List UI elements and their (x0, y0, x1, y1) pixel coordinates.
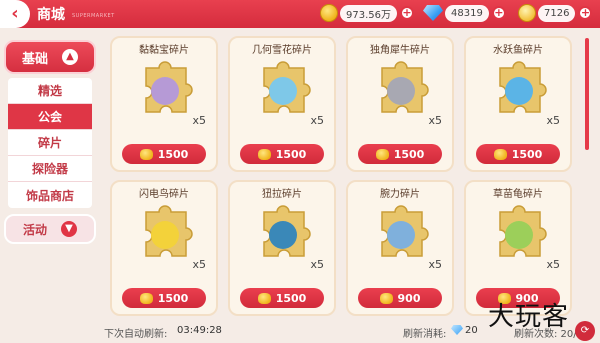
auto-refresh-label: 下次自动刷新: (104, 329, 168, 340)
buy-button[interactable]: 1500 (476, 144, 560, 164)
sidebar-item-featured[interactable]: 精选 (8, 78, 92, 104)
coin-icon (493, 148, 507, 160)
category-events[interactable]: 活动 ▼ (4, 214, 96, 244)
product-quantity: x5 (546, 258, 560, 271)
price-label: 1500 (511, 147, 543, 161)
product-title: 草苗龟碎片 (493, 189, 543, 200)
chevron-down-icon: ▼ (61, 221, 77, 237)
puzzle-fragment-icon (145, 61, 193, 113)
puzzle-fragment-icon (381, 205, 429, 257)
puzzle-fragment-icon (263, 205, 311, 257)
product-quantity: x5 (546, 114, 560, 127)
price-label: 1500 (157, 147, 189, 161)
sidebar-item-guild[interactable]: 公会 (8, 104, 92, 130)
tickets-currency: 7126 + (518, 2, 593, 24)
product-title: 独角犀牛碎片 (370, 45, 430, 56)
product-title: 腕力碎片 (380, 189, 420, 200)
buy-button[interactable]: 1500 (122, 144, 206, 164)
back-button[interactable]: ‹ (0, 0, 30, 28)
buy-button[interactable]: 1500 (358, 144, 442, 164)
add-gems-button[interactable]: + (491, 6, 506, 20)
product-title: 闪电鸟碎片 (139, 189, 189, 200)
sidebar-item-explorer[interactable]: 探险器 (8, 156, 92, 182)
add-coins-button[interactable]: + (400, 6, 414, 20)
product-card[interactable]: 闪电鸟碎片 x5 1500 (110, 180, 218, 316)
price-label: 1500 (157, 291, 189, 305)
refresh-cost-value: 20 (465, 325, 478, 336)
page-subtitle: SUPERMARKET (72, 13, 115, 19)
tickets-value: 7126 (538, 4, 576, 22)
category-basic[interactable]: 基础 ▲ (4, 40, 96, 74)
chevron-up-icon: ▲ (62, 49, 78, 65)
coin-icon (139, 292, 153, 304)
product-card[interactable]: 水跃鱼碎片 x5 1500 (464, 36, 572, 172)
subcategory-list: 精选 公会 碎片 探险器 饰品商店 (8, 78, 92, 208)
buy-button[interactable]: 900 (358, 288, 442, 308)
coins-value: 973.56万 (340, 4, 397, 22)
category-events-label: 活动 (22, 222, 47, 237)
product-card[interactable]: 独角犀牛碎片 x5 1500 (346, 36, 454, 172)
buy-button[interactable]: 1500 (122, 288, 206, 308)
price-label: 900 (397, 291, 421, 305)
sidebar-item-accessory-shop[interactable]: 饰品商店 (8, 182, 92, 208)
buy-button[interactable]: 1500 (240, 288, 324, 308)
gem-icon (423, 5, 443, 21)
coins-currency: 973.56万 + (320, 2, 414, 24)
refresh-cost-label: 刷新消耗: (403, 329, 447, 340)
product-quantity: x5 (428, 114, 442, 127)
watermark: 大玩客 (488, 302, 570, 332)
product-quantity: x5 (192, 258, 206, 271)
coin-icon (257, 292, 271, 304)
scrollbar[interactable] (585, 38, 589, 150)
price-label: 1500 (275, 147, 307, 161)
product-title: 黏黏宝碎片 (139, 45, 189, 56)
product-quantity: x5 (310, 258, 324, 271)
coin-icon (379, 292, 393, 304)
gem-icon (451, 325, 463, 335)
gems-value: 48319 (445, 4, 489, 22)
auto-refresh-timer: 03:49:28 (177, 325, 222, 336)
product-card[interactable]: 黏黏宝碎片 x5 1500 (110, 36, 218, 172)
product-quantity: x5 (310, 114, 324, 127)
product-title: 几何雪花碎片 (252, 45, 312, 56)
puzzle-fragment-icon (381, 61, 429, 113)
coin-icon (257, 148, 271, 160)
sidebar-item-fragments[interactable]: 碎片 (8, 130, 92, 156)
refresh-button[interactable]: ⟳ (575, 321, 595, 341)
puzzle-fragment-icon (499, 205, 547, 257)
back-arrow-icon: ‹ (11, 3, 19, 24)
product-card[interactable]: 狃拉碎片 x5 1500 (228, 180, 336, 316)
price-label: 1500 (393, 147, 425, 161)
top-bar: ‹ 商城 SUPERMARKET 973.56万 + 48319 + 7126 … (0, 0, 600, 28)
product-title: 水跃鱼碎片 (493, 45, 543, 56)
product-quantity: x5 (428, 258, 442, 271)
price-label: 1500 (275, 291, 307, 305)
product-title: 狃拉碎片 (262, 189, 302, 200)
ticket-icon (518, 4, 536, 22)
product-quantity: x5 (192, 114, 206, 127)
coin-icon (320, 4, 338, 22)
buy-button[interactable]: 1500 (240, 144, 324, 164)
puzzle-fragment-icon (145, 205, 193, 257)
gems-currency: 48319 + (423, 2, 506, 24)
puzzle-fragment-icon (499, 61, 547, 113)
category-basic-label: 基础 (21, 51, 48, 67)
coin-icon (139, 148, 153, 160)
add-tickets-button[interactable]: + (578, 6, 593, 20)
product-card[interactable]: 腕力碎片 x5 900 (346, 180, 454, 316)
page-title: 商城 (37, 7, 65, 23)
category-sidebar: 基础 ▲ 精选 公会 碎片 探险器 饰品商店 活动 ▼ (4, 40, 96, 244)
puzzle-fragment-icon (263, 61, 311, 113)
coin-icon (375, 148, 389, 160)
product-card[interactable]: 几何雪花碎片 x5 1500 (228, 36, 336, 172)
